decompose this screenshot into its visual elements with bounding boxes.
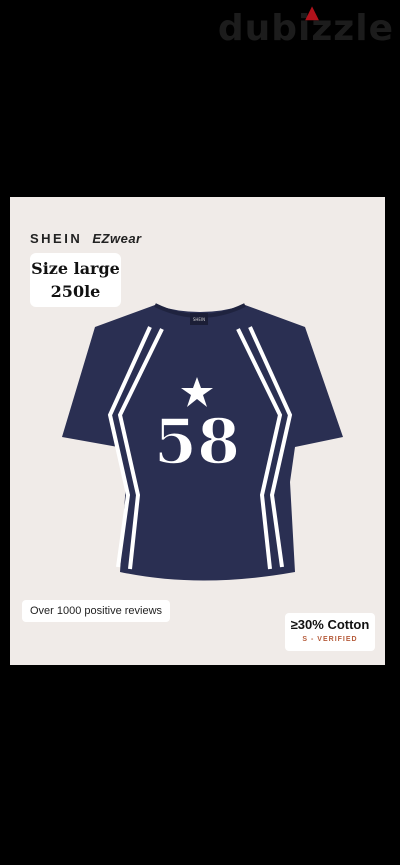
product-image[interactable]: SHEIN EZwear Size large 250le SHEIN 58 O… [10,197,385,665]
neck-label: SHEIN [193,317,205,322]
dubizzle-watermark: ▲ dubizzle [218,2,394,49]
tshirt-image: SHEIN 58 [62,303,343,581]
reviews-badge: Over 1000 positive reviews [22,600,171,622]
sub-brand-name: EZwear [92,231,142,246]
shirt-number: 58 [154,405,240,478]
size-label: Size large [31,259,120,278]
cotton-badge: ≥30% Cotton S - VERIFIED [285,613,375,651]
flame-logo-icon: ▲ [305,2,320,23]
verified-text: S - VERIFIED [302,636,358,643]
brand-name: SHEIN [30,231,83,246]
brand-logo: SHEIN EZwear [30,231,142,246]
cotton-text: ≥30% Cotton [290,617,370,632]
